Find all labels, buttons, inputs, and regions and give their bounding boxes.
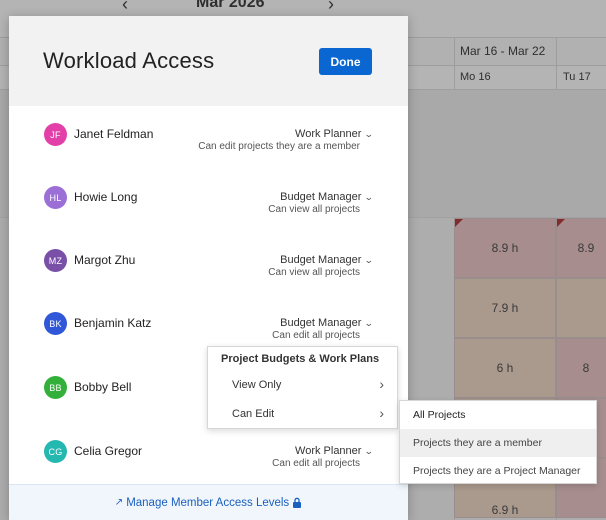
role-dropdown[interactable]: Work Planner ⌄: [295, 445, 375, 457]
role-label: Budget Manager: [280, 254, 362, 266]
avatar: BK: [44, 312, 67, 335]
chevron-down-icon: ⌄: [364, 191, 375, 202]
menu-item-label: View Only: [232, 379, 282, 391]
chevron-down-icon: ⌄: [364, 128, 375, 139]
member-name: Janet Feldman: [74, 127, 154, 141]
member-row: MZ Margot Zhu Budget Manager ⌄ Can view …: [9, 249, 408, 309]
role-label: Budget Manager: [280, 191, 362, 203]
role-label: Budget Manager: [280, 317, 362, 329]
option-manager-projects[interactable]: Projects they are a Project Manager: [400, 457, 596, 485]
member-name: Margot Zhu: [74, 253, 136, 267]
member-name: Howie Long: [74, 190, 138, 204]
manage-access-link[interactable]: ↗ Manage Member Access Levels: [115, 497, 302, 509]
modal-title: Workload Access: [43, 48, 215, 73]
role-description: Can view all projects: [268, 204, 360, 215]
modal-header: Workload Access Done: [9, 16, 408, 106]
member-name: Bobby Bell: [74, 380, 132, 394]
avatar: HL: [44, 186, 67, 209]
external-link-icon: ↗: [114, 497, 124, 508]
chevron-right-icon: ›: [379, 405, 384, 421]
permission-menu-title: Project Budgets & Work Plans: [221, 353, 380, 365]
role-dropdown[interactable]: Work Planner ⌄: [295, 128, 375, 140]
chevron-down-icon: ⌄: [364, 254, 375, 265]
option-label: All Projects: [413, 409, 466, 421]
permission-menu: Project Budgets & Work Plans View Only ›…: [207, 346, 398, 429]
chevron-right-icon: ›: [379, 376, 384, 392]
option-label: Projects they are a member: [413, 437, 542, 449]
option-all-projects[interactable]: All Projects: [400, 401, 596, 429]
role-description: Can edit projects they are a member: [198, 141, 360, 152]
menu-item-view-only[interactable]: View Only ›: [208, 373, 397, 399]
chevron-down-icon: ⌄: [364, 445, 375, 456]
scope-submenu: All Projects Projects they are a member …: [399, 400, 597, 484]
option-label: Projects they are a Project Manager: [413, 465, 581, 477]
modal-footer: ↗ Manage Member Access Levels: [9, 484, 408, 520]
avatar: MZ: [44, 249, 67, 272]
role-label: Work Planner: [295, 128, 362, 140]
member-row: HL Howie Long Budget Manager ⌄ Can view …: [9, 186, 408, 246]
role-dropdown[interactable]: Budget Manager ⌄: [280, 191, 375, 203]
manage-access-label: Manage Member Access Levels: [126, 496, 290, 509]
role-dropdown[interactable]: Budget Manager ⌄: [280, 254, 375, 266]
avatar: BB: [44, 376, 67, 399]
role-description: Can view all projects: [268, 267, 360, 278]
avatar: CG: [44, 440, 67, 463]
member-row: JF Janet Feldman Work Planner ⌄ Can edit…: [9, 123, 408, 183]
menu-item-label: Can Edit: [232, 408, 275, 420]
member-name: Celia Gregor: [74, 444, 143, 458]
role-description: Can edit all projects: [272, 330, 360, 341]
menu-item-can-edit[interactable]: Can Edit ›: [208, 402, 397, 428]
role-description: Can edit all projects: [272, 458, 360, 469]
chevron-down-icon: ⌄: [364, 317, 375, 328]
role-label: Work Planner: [295, 445, 362, 457]
option-member-projects[interactable]: Projects they are a member: [400, 429, 596, 457]
workload-access-modal: Workload Access Done JF Janet Feldman Wo…: [9, 16, 408, 520]
avatar: JF: [44, 123, 67, 146]
member-name: Benjamin Katz: [74, 316, 152, 330]
lock-icon: [293, 497, 302, 508]
done-button[interactable]: Done: [319, 48, 372, 75]
role-dropdown[interactable]: Budget Manager ⌄: [280, 317, 375, 329]
